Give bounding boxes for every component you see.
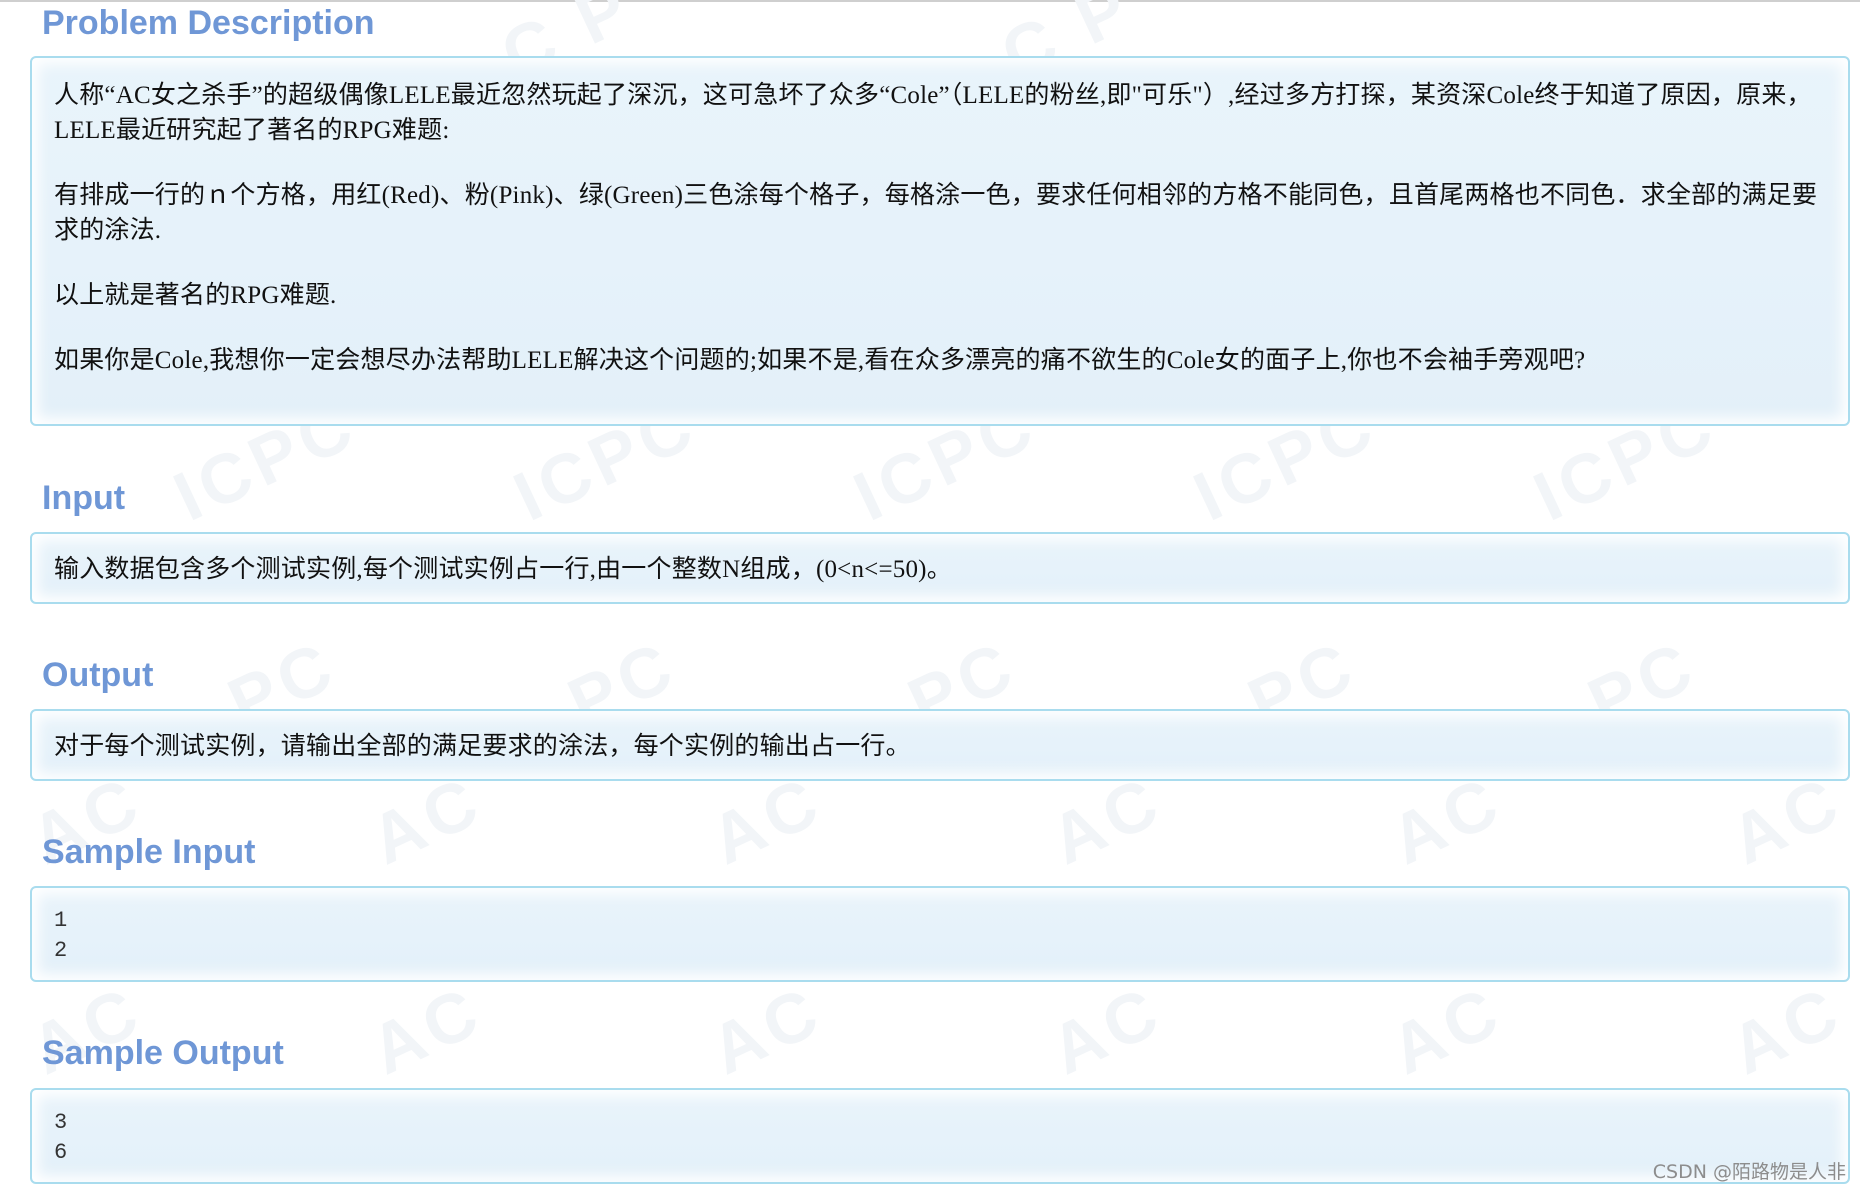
sample-input-title: Sample Input: [42, 833, 256, 871]
output-box: 对于每个测试实例，请输出全部的满足要求的涂法，每个实例的输出占一行。: [30, 709, 1850, 781]
sample-input-box: 1 2: [30, 886, 1850, 982]
description-paragraph-4: 如果你是Cole,我想你一定会想尽办法帮助LELE解决这个问题的;如果不是,看在…: [54, 347, 1586, 374]
input-text: 输入数据包含多个测试实例,每个测试实例占一行,由一个整数N组成，(0<n<=50…: [54, 556, 952, 583]
csdn-credit: CSDN @陌路物是人非: [1652, 1161, 1846, 1183]
sample-output-title: Sample Output: [42, 1034, 284, 1072]
sample-output-code: 3 6: [54, 1110, 68, 1165]
problem-description-title: Problem Description: [42, 4, 375, 42]
output-text: 对于每个测试实例，请输出全部的满足要求的涂法，每个实例的输出占一行。: [54, 733, 911, 760]
description-paragraph-3: 以上就是著名的RPG难题.: [54, 282, 337, 309]
top-border: [0, 0, 1860, 2]
description-paragraph-2: 有排成一行的ｎ个方格，用红(Red)、粉(Pink)、绿(Green)三色涂每个…: [54, 182, 1818, 244]
input-title: Input: [42, 479, 126, 517]
input-box: 输入数据包含多个测试实例,每个测试实例占一行,由一个整数N组成，(0<n<=50…: [30, 532, 1850, 604]
sample-output-box: 3 6: [30, 1088, 1850, 1184]
problem-description-box: 人称“AC女之杀手”的超级偶像LELE最近忽然玩起了深沉，这可急坏了众多“Col…: [30, 56, 1850, 426]
sample-input-code: 1 2: [54, 908, 68, 963]
output-title: Output: [42, 656, 154, 694]
description-paragraph-1: 人称“AC女之杀手”的超级偶像LELE最近忽然玩起了深沉，这可急坏了众多“Col…: [54, 82, 1812, 144]
